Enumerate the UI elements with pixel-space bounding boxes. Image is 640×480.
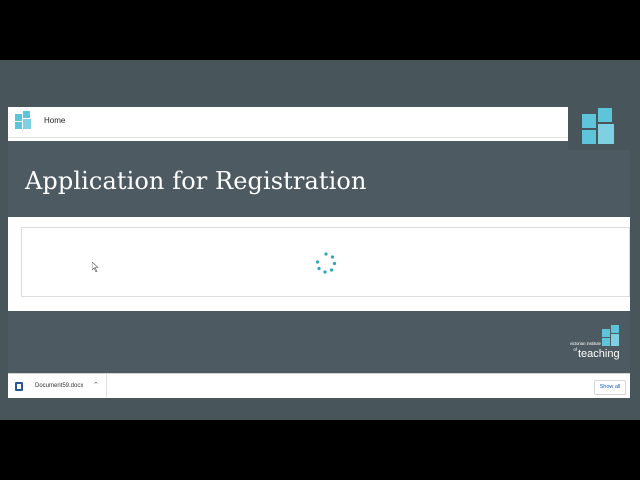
page-title: Application for Registration bbox=[25, 167, 367, 195]
downloads-bar: Document59.docx ⌃ Show all bbox=[8, 373, 630, 398]
branding-line3: teaching bbox=[578, 348, 620, 360]
home-link[interactable]: Home bbox=[44, 116, 65, 125]
branding-line1: victorian institute bbox=[570, 341, 602, 346]
site-footer: victorian institute of teaching bbox=[8, 311, 630, 373]
corner-vit-logo bbox=[568, 100, 630, 150]
page-title-banner: Application for Registration bbox=[8, 141, 630, 217]
site-header: Home bbox=[8, 107, 630, 138]
video-letterbox-bottom bbox=[0, 420, 640, 480]
squares-logo-icon bbox=[582, 108, 614, 144]
browser-viewport: Home Application for Registration victor… bbox=[8, 107, 630, 398]
word-doc-icon bbox=[15, 382, 23, 391]
show-all-button[interactable]: Show all bbox=[594, 380, 626, 395]
vit-branding-logo: victorian institute of teaching bbox=[570, 325, 620, 360]
video-letterbox-top bbox=[0, 0, 640, 60]
download-item[interactable]: Document59.docx ⌃ bbox=[8, 374, 107, 398]
download-file-name: Document59.docx bbox=[35, 383, 84, 389]
form-content-panel bbox=[21, 227, 630, 297]
mouse-cursor-icon bbox=[92, 262, 99, 272]
loading-spinner-icon bbox=[315, 252, 337, 274]
chevron-up-icon[interactable]: ⌃ bbox=[93, 381, 99, 389]
vit-squares-logo-icon[interactable] bbox=[14, 111, 34, 131]
